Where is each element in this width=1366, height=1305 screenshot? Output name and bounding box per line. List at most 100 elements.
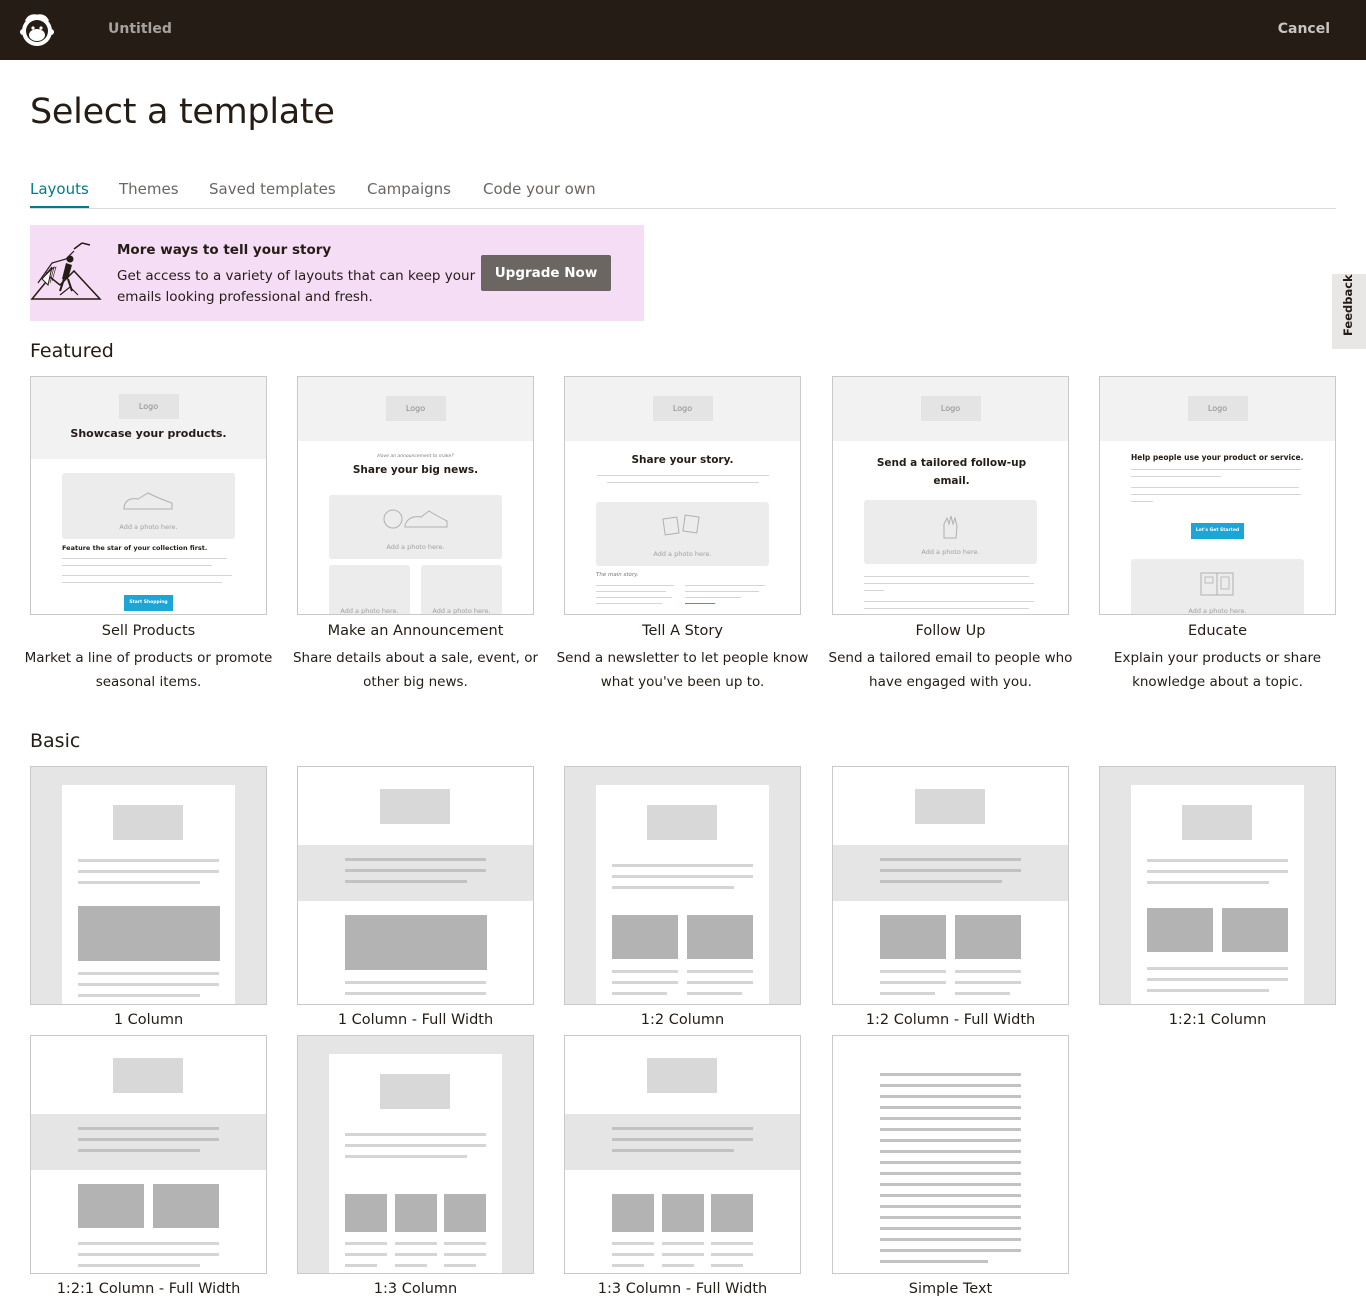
preview-text-line — [1147, 978, 1288, 981]
preview-text-line — [345, 1242, 387, 1245]
card-description: Send a newsletter to let people know wha… — [556, 650, 809, 690]
card-title: Follow Up — [915, 623, 986, 639]
template-card-1-2-1-column[interactable]: 1:2:1 Column — [1099, 766, 1336, 1028]
template-card-1-3-column[interactable]: 1:3 Column — [297, 1035, 534, 1297]
template-card-1-column[interactable]: 1 Column — [30, 766, 267, 1028]
cancel-button[interactable]: Cancel — [1278, 21, 1330, 37]
preview-image-block — [395, 1194, 437, 1232]
feedback-tab[interactable]: Feedback — [1332, 274, 1366, 349]
preview-image-block — [955, 915, 1021, 959]
preview-text-line — [880, 1095, 1021, 1098]
tab-layouts[interactable]: Layouts — [30, 180, 89, 198]
preview-photo-label: Add a photo here. — [119, 523, 178, 531]
preview-text-line — [880, 1194, 1021, 1197]
card-description: Send a tailored email to people who have… — [828, 650, 1073, 690]
preview-text-line — [78, 972, 219, 975]
promo-title: More ways to tell your story — [117, 242, 332, 258]
document-title[interactable]: Untitled — [108, 21, 172, 37]
shoe-icon — [123, 492, 173, 510]
preview-photo-label: Add a photo here. — [386, 543, 445, 551]
preview-photo-small: Add a photo here. — [421, 565, 502, 614]
card-title: Make an Announcement — [327, 623, 504, 639]
preview-text-line — [78, 870, 219, 873]
preview-logo-block — [647, 805, 717, 840]
preview-text-line — [662, 1253, 704, 1256]
preview-text-line — [880, 1205, 1021, 1208]
preview-subheading: Feature the star of your collection firs… — [62, 544, 208, 552]
preview-text-line — [612, 1264, 644, 1267]
preview-text-line — [345, 869, 486, 872]
preview-text-line — [78, 983, 219, 986]
preview-photo-small: Add a photo here. — [329, 565, 410, 615]
preview-image-block — [612, 1194, 654, 1232]
template-preview — [564, 766, 801, 1005]
upgrade-now-button[interactable]: Upgrade Now — [481, 255, 611, 291]
template-preview — [30, 1035, 267, 1274]
preview-photo-label: Add a photo here. — [653, 550, 712, 558]
preview-text-line — [880, 1183, 1021, 1186]
template-card-1-3-column-full-width[interactable]: 1:3 Column - Full Width — [564, 1035, 801, 1297]
preview-text-line — [711, 1253, 753, 1256]
template-card-educate[interactable]: Logo Help people use your product or ser… — [1099, 376, 1336, 690]
preview-logo-block — [113, 805, 183, 840]
preview-photo-label: Add a photo here. — [921, 548, 980, 556]
preview-text-line — [345, 1144, 486, 1147]
template-card-tell-a-story[interactable]: Logo Share your story. Add a photo here.… — [557, 376, 808, 690]
preview-text-line — [62, 565, 212, 566]
preview-text-line — [687, 992, 742, 995]
preview-text-line — [864, 601, 1034, 602]
preview-text-line — [345, 1133, 486, 1136]
preview-text-line — [880, 970, 946, 973]
template-preview: Logo Showcase your products. Add a photo… — [30, 376, 267, 615]
card-description: Explain your products or share knowledge… — [1113, 650, 1322, 690]
preview-text-line — [1131, 476, 1221, 477]
tab-saved-templates[interactable]: Saved templates — [209, 180, 336, 198]
preview-text-line — [62, 558, 227, 559]
template-preview — [30, 766, 267, 1005]
template-card-1-column-full-width[interactable]: 1 Column - Full Width — [297, 766, 534, 1028]
tab-themes[interactable]: Themes — [119, 180, 179, 198]
template-preview: Logo Help people use your product or ser… — [1099, 376, 1336, 615]
preview-header: Logo — [565, 377, 800, 441]
freddie-logo-icon[interactable] — [18, 11, 56, 49]
preview-text-line — [880, 1260, 988, 1263]
preview-logo-block — [380, 1074, 450, 1109]
preview-text-line — [444, 1264, 476, 1267]
preview-image-block — [78, 1184, 144, 1228]
preview-text-line — [612, 875, 753, 878]
preview-logo: Logo — [920, 396, 981, 421]
preview-text-line — [880, 1084, 1021, 1087]
template-card-simple-text[interactable]: Simple Text — [832, 1035, 1069, 1297]
template-preview — [1099, 766, 1336, 1005]
preview-logo-block — [915, 789, 985, 824]
preview-text-line — [685, 585, 765, 586]
active-tab-indicator — [30, 206, 89, 208]
tab-code-your-own[interactable]: Code your own — [483, 180, 596, 198]
preview-text-line — [864, 583, 1034, 584]
preview-band — [565, 1114, 800, 1170]
feedback-label: Feedback — [1341, 274, 1355, 336]
sale-tag-icon — [383, 509, 448, 529]
preview-text-line — [955, 992, 1010, 995]
tab-campaigns[interactable]: Campaigns — [367, 180, 451, 198]
preview-photo: Add a photo here. — [1131, 559, 1304, 614]
template-card-1-2-column[interactable]: 1:2 Column — [564, 766, 801, 1028]
preview-text-line — [612, 864, 753, 867]
template-card-1-2-1-column-full-width[interactable]: 1:2:1 Column - Full Width — [30, 1035, 267, 1297]
top-bar: Untitled Cancel — [0, 0, 1366, 60]
preview-text-line — [880, 880, 1002, 883]
preview-text-line — [78, 1127, 219, 1130]
card-title: Simple Text — [908, 1281, 993, 1297]
preview-text-line — [62, 575, 232, 576]
template-card-follow-up[interactable]: Logo Send a tailored follow-up email. Ad… — [829, 376, 1072, 690]
preview-header: Logo Showcase your products. — [31, 377, 266, 459]
preview-photo: Add a photo here. — [62, 473, 235, 539]
template-card-make-an-announcement[interactable]: Logo Have an announcement to make? Share… — [293, 376, 538, 690]
preview-text-line — [78, 1149, 200, 1152]
template-card-sell-products[interactable]: Logo Showcase your products. Add a photo… — [25, 376, 272, 690]
preview-text-line — [880, 1150, 1021, 1153]
preview-text-line — [444, 1253, 486, 1256]
preview-text-line — [345, 981, 486, 984]
preview-photo-label: Add a photo here. — [340, 607, 399, 615]
template-card-1-2-column-full-width[interactable]: 1:2 Column - Full Width — [832, 766, 1069, 1028]
